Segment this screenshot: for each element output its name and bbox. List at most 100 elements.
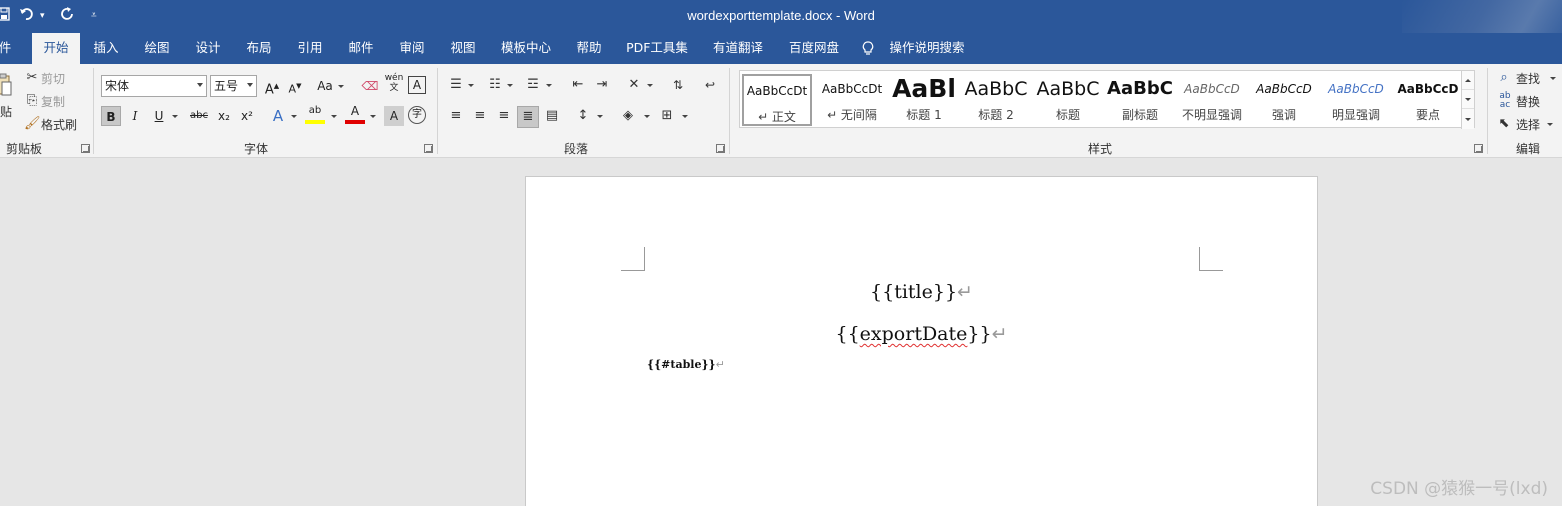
tab-pdf-tools[interactable]: PDF工具集 [620,33,694,64]
select-button[interactable]: 选择 [1516,116,1540,133]
select-dropdown-icon[interactable] [1547,123,1553,126]
cut-button[interactable]: 剪切 [41,70,65,87]
underline-dropdown-icon[interactable] [172,115,178,118]
tab-youdao-translate[interactable]: 有道翻译 [706,33,770,64]
tab-review[interactable]: 审阅 [392,33,432,64]
tab-mailings[interactable]: 邮件 [341,33,381,64]
character-shading-button[interactable]: A [384,106,404,126]
table-placeholder-line[interactable]: {{#table}}↵ [647,358,725,371]
decrease-indent-icon[interactable]: ⇤ [569,76,587,94]
numbering-dropdown-icon[interactable] [507,84,513,87]
change-case-button[interactable]: Aa [314,76,336,96]
grow-font-button[interactable]: A▲ [262,76,282,97]
bold-button[interactable]: B [101,106,121,126]
bullets-dropdown-icon[interactable] [468,84,474,87]
chinese-layout-icon[interactable]: ✕ [625,76,643,94]
align-right-icon[interactable]: ≡ [495,107,513,125]
title-placeholder-line[interactable]: {{title}}↵ [526,281,1317,303]
style-subtle-emphasis[interactable]: AaBbCcD 不明显强调 [1176,74,1248,126]
tab-draw[interactable]: 绘图 [137,33,177,64]
show-marks-icon[interactable]: ↩ [703,76,717,94]
tab-insert[interactable]: 插入 [86,33,126,64]
highlight-button[interactable]: ab [305,104,325,124]
export-date-placeholder-line[interactable]: {{exportDate}}↵ [526,323,1317,345]
shading-icon[interactable]: ◈ [619,107,637,125]
styles-launcher-icon[interactable] [1474,144,1483,153]
font-launcher-icon[interactable] [424,144,433,153]
style-emphasis[interactable]: AaBbCcD 强调 [1248,74,1320,126]
text-effects-button[interactable]: A [268,106,288,126]
tab-layout[interactable]: 布局 [239,33,279,64]
style-sample: AaBbC [1036,78,1100,100]
borders-dropdown-icon[interactable] [682,115,688,118]
paragraph-mark: ↵ [957,281,973,303]
paragraph-launcher-icon[interactable] [716,144,725,153]
find-dropdown-icon[interactable] [1550,77,1556,80]
clear-formatting-icon[interactable]: ⌫ [360,76,380,96]
document-page[interactable]: {{title}}↵ {{exportDate}}↵ {{#table}}↵ [525,176,1318,506]
character-border-button[interactable]: A [408,76,426,94]
more-styles-icon[interactable] [1462,109,1474,128]
align-left-icon[interactable]: ≡ [447,107,465,125]
lightbulb-icon[interactable] [860,33,876,64]
replace-button[interactable]: 替换 [1516,93,1540,110]
copy-button[interactable]: 复制 [41,93,65,110]
distributed-icon[interactable]: ▤ [543,107,561,125]
tab-design[interactable]: 设计 [188,33,228,64]
style-title[interactable]: AaBbC 标题 [1032,74,1104,126]
numbering-icon[interactable]: ☷ [486,76,504,94]
tab-template-center[interactable]: 模板中心 [494,33,558,64]
format-painter-button[interactable]: 格式刷 [41,116,77,133]
style-normal[interactable]: AaBbCcDt ↵ 正文 [742,74,812,126]
font-size-value: 五号 [214,79,239,93]
tab-view[interactable]: 视图 [443,33,483,64]
chinese-layout-dropdown-icon[interactable] [647,84,653,87]
tell-me-search[interactable]: 操作说明搜索 [884,33,970,64]
shading-dropdown-icon[interactable] [644,115,650,118]
superscript-button[interactable]: x² [237,106,257,126]
tab-help[interactable]: 帮助 [569,33,609,64]
style-heading-2[interactable]: AaBbC 标题 2 [960,74,1032,126]
scroll-down-icon[interactable] [1462,90,1474,109]
styles-gallery-scroll[interactable] [1461,71,1474,129]
shrink-font-button[interactable]: A▼ [285,76,305,96]
font-size-select[interactable]: 五号 [210,75,257,97]
multilevel-list-icon[interactable]: ☲ [524,76,542,94]
paste-icon[interactable] [0,72,12,100]
style-strong[interactable]: AaBbCcD 要点 [1392,74,1464,126]
underline-button[interactable]: U [149,106,169,126]
bullets-icon[interactable]: ☰ [447,76,465,94]
sort-icon[interactable]: ⇅ [669,76,687,94]
clipboard-launcher-icon[interactable] [81,144,90,153]
text-effects-dropdown-icon[interactable] [291,115,297,118]
tab-references[interactable]: 引用 [290,33,330,64]
style-heading-1[interactable]: AaBl 标题 1 [888,74,960,126]
title-bar: ▾ ⩡ wordexporttemplate.docx - Word [0,0,1562,64]
multilevel-list-dropdown-icon[interactable] [546,84,552,87]
font-color-button[interactable]: A [345,104,365,124]
phonetic-guide-button[interactable]: wén 文 [384,73,404,93]
font-name-select[interactable]: 宋体 [101,75,207,97]
scroll-up-icon[interactable] [1462,71,1474,90]
line-spacing-dropdown-icon[interactable] [597,115,603,118]
paste-button[interactable]: 贴 [0,103,12,120]
find-button[interactable]: 查找 [1516,70,1540,87]
italic-button[interactable]: I [125,106,145,126]
justify-icon[interactable]: ≣ [517,106,539,128]
subscript-button[interactable]: x₂ [214,106,234,126]
align-center-icon[interactable]: ≡ [471,107,489,125]
strikethrough-button[interactable]: abc [187,106,211,126]
tab-baidu-netdisk[interactable]: 百度网盘 [782,33,846,64]
tab-home[interactable]: 开始 [32,33,80,64]
borders-icon[interactable]: ⊞ [658,107,676,125]
tab-file[interactable]: 件 [0,33,14,64]
line-spacing-icon[interactable]: ↕ [574,107,592,125]
style-subtitle[interactable]: AaBbC 副标题 [1104,74,1176,126]
style-no-spacing[interactable]: AaBbCcDt ↵ 无间隔 [816,74,888,126]
highlight-dropdown-icon[interactable] [331,115,337,118]
increase-indent-icon[interactable]: ⇥ [593,76,611,94]
change-case-dropdown-icon[interactable] [338,85,344,88]
font-color-dropdown-icon[interactable] [370,115,376,118]
style-intense-emphasis[interactable]: AaBbCcD 明显强调 [1320,74,1392,126]
enclose-characters-button[interactable]: 字 [408,106,426,124]
